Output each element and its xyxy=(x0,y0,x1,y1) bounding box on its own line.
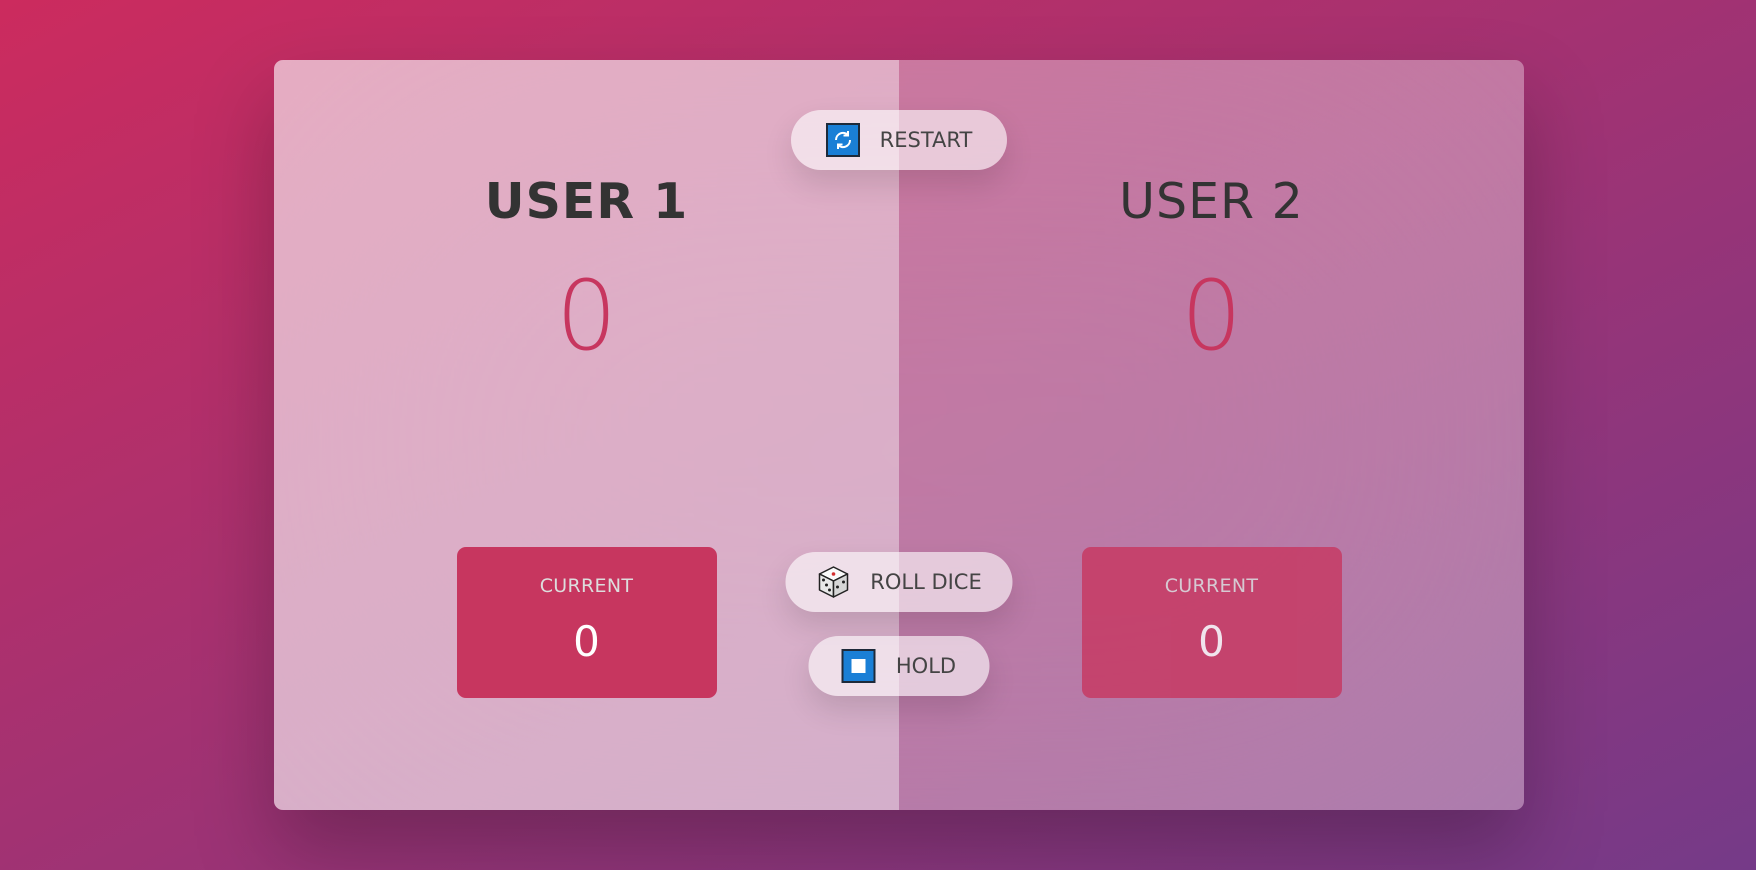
player-2-score: 0 xyxy=(1180,260,1243,372)
player-2-current-label: CURRENT xyxy=(1164,575,1259,597)
player-1-current-score: 0 xyxy=(573,617,600,666)
restart-button[interactable]: RESTART xyxy=(791,110,1007,170)
player-2-current-box: CURRENT 0 xyxy=(1081,547,1342,698)
dice-icon xyxy=(816,565,850,599)
roll-dice-button[interactable]: ROLL DICE xyxy=(785,552,1013,612)
player-2-panel: USER 2 0 CURRENT 0 xyxy=(899,60,1524,810)
hold-button[interactable]: HOLD xyxy=(808,636,990,696)
roll-dice-button-label: ROLL DICE xyxy=(870,570,982,594)
stop-icon xyxy=(841,649,876,683)
player-1-current-box: CURRENT 0 xyxy=(456,547,717,698)
refresh-icon xyxy=(825,123,860,157)
player-1-current-label: CURRENT xyxy=(539,575,634,597)
game-board: USER 1 0 CURRENT 0 USER 2 0 CURRENT 0 xyxy=(274,60,1524,810)
restart-button-label: RESTART xyxy=(879,128,973,152)
player-2-current-score: 0 xyxy=(1198,617,1225,666)
player-1-score: 0 xyxy=(555,260,618,372)
player-1-name: USER 1 xyxy=(484,173,689,230)
player-2-name: USER 2 xyxy=(1119,173,1304,230)
hold-button-label: HOLD xyxy=(895,654,957,678)
player-1-panel: USER 1 0 CURRENT 0 xyxy=(274,60,899,810)
